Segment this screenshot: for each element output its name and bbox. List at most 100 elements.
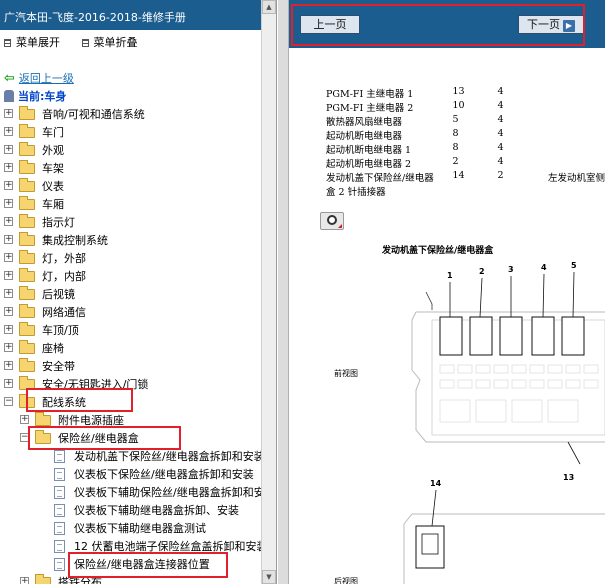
- tree-item-label: 车顶/顶: [42, 324, 79, 337]
- tree-item-label: 座椅: [42, 342, 64, 355]
- callout-5: 5: [571, 261, 577, 270]
- expand-icon[interactable]: +: [4, 163, 13, 172]
- table-row: 起动机断电继电器 2 2 4: [326, 156, 605, 170]
- expand-icon[interactable]: +: [20, 577, 29, 584]
- cell-value: 4: [497, 156, 504, 167]
- back-link[interactable]: ⇦ 返回上一级: [4, 70, 74, 86]
- cell-value: 2: [452, 156, 459, 167]
- tree-item-label: 灯，外部: [42, 252, 86, 265]
- expand-icon[interactable]: +: [4, 127, 13, 136]
- doc-item-label: 仪表板下保险丝/继电器盒拆卸和安装: [74, 468, 254, 481]
- tree-item-label: 仪表: [42, 180, 64, 193]
- cell-name: 盒 2 针插接器: [326, 187, 386, 198]
- cell-value: 5: [452, 114, 459, 125]
- expand-icon[interactable]: +: [4, 181, 13, 190]
- folder-icon: [35, 574, 51, 584]
- cell-name: 起动机断电继电器: [326, 131, 403, 142]
- tree-item-label: 车门: [42, 126, 64, 139]
- location-icon: [4, 90, 14, 102]
- cell-note: 左发动机室侧: [547, 173, 605, 184]
- tree-item-label: 安全带: [42, 360, 75, 373]
- cell-value: 4: [497, 142, 504, 153]
- callout-13: 13: [563, 473, 574, 482]
- doc-item-label: 发动机盖下保险丝/继电器盒拆卸和安装: [74, 450, 265, 463]
- menu-expand-button[interactable]: 菜单展开: [4, 34, 60, 50]
- cell-note: [520, 86, 605, 100]
- document-icon: [54, 468, 65, 481]
- cell-value: 14: [452, 170, 465, 181]
- expand-icon[interactable]: +: [4, 379, 13, 388]
- menu-collapse-label: 菜单折叠: [93, 36, 138, 49]
- highlight-wiring: [26, 388, 133, 412]
- cell-name: 发动机盖下保险丝/继电器: [326, 173, 434, 184]
- fuse-box-diagram: 1 2 3 4 5 13 14: [403, 261, 605, 584]
- folder-icon: [19, 142, 35, 156]
- expand-icon[interactable]: +: [4, 271, 13, 280]
- expand-icon[interactable]: +: [4, 235, 13, 244]
- collapse-icon[interactable]: −: [4, 397, 13, 406]
- folder-icon: [19, 160, 35, 174]
- cell-note: [520, 114, 605, 128]
- highlight-selected-doc: [68, 552, 228, 578]
- cell-value: [452, 184, 497, 198]
- expand-icon[interactable]: +: [4, 361, 13, 370]
- table-row: PGM-FI 主继电器 2 10 4: [326, 100, 605, 114]
- document-icon: [54, 450, 65, 463]
- manual-title: 广汽本田-飞度-2016-2018-维修手册: [0, 0, 262, 30]
- cell-name: PGM-FI 主继电器 2: [326, 103, 414, 114]
- folder-icon: [19, 304, 35, 318]
- cell-name: 起动机断电继电器 2: [326, 159, 412, 170]
- expand-icon[interactable]: +: [4, 217, 13, 226]
- tree-item-label: 灯，内部: [42, 270, 86, 283]
- document-icon: [54, 486, 65, 499]
- menu-collapse-button[interactable]: 菜单折叠: [81, 34, 138, 50]
- cell-value: 4: [497, 100, 504, 111]
- expand-icon[interactable]: +: [4, 343, 13, 352]
- document-icon: [54, 504, 65, 517]
- scroll-down-icon[interactable]: ▼: [262, 570, 276, 584]
- expand-icon[interactable]: +: [4, 199, 13, 208]
- doc-item-label: 仪表板下辅助继电器盒拆卸、安装: [74, 504, 239, 517]
- folder-icon: [19, 214, 35, 228]
- folder-icon: [19, 178, 35, 192]
- doc-item-label: 仪表板下辅助继电器盒测试: [74, 522, 206, 535]
- panel-divider[interactable]: [278, 0, 289, 584]
- expand-icon[interactable]: +: [4, 253, 13, 262]
- tree-item-label: 后视镜: [42, 288, 75, 301]
- expand-icon[interactable]: +: [4, 109, 13, 118]
- tree-item-label: 音响/可视和通信系统: [42, 108, 145, 121]
- folder-icon: [19, 268, 35, 282]
- cell-value: 4: [497, 86, 504, 97]
- zoom-icon[interactable]: [320, 212, 344, 230]
- expand-icon[interactable]: +: [4, 145, 13, 154]
- expand-icon[interactable]: +: [4, 289, 13, 298]
- folder-icon: [19, 106, 35, 120]
- callout-14: 14: [430, 479, 442, 488]
- scroll-up-icon[interactable]: ▲: [262, 0, 276, 14]
- cell-value: 8: [452, 142, 459, 153]
- left-scrollbar[interactable]: ▲ ▼: [261, 0, 276, 584]
- folder-icon: [19, 196, 35, 210]
- menu-icon: [4, 39, 11, 47]
- document-icon: [54, 558, 65, 571]
- folder-icon: [19, 124, 35, 138]
- tree-item-label: 集成控制系统: [42, 234, 108, 247]
- folder-icon: [19, 358, 35, 372]
- expand-icon[interactable]: +: [4, 325, 13, 334]
- connector-table: PGM-FI 主继电器 1 13 4 PGM-FI 主继电器 2 10 4 散热器风扇继…: [326, 86, 605, 198]
- tree-item-label: 车厢: [42, 198, 64, 211]
- tree-item-label: 车架: [42, 162, 64, 175]
- current-location-label: 当前:车身: [18, 90, 67, 103]
- cell-name: PGM-FI 主继电器 1: [326, 89, 414, 100]
- expand-icon[interactable]: +: [4, 307, 13, 316]
- tree-item-label: 网络通信: [42, 306, 86, 319]
- table-row: PGM-FI 主继电器 1 13 4: [326, 86, 605, 100]
- tree-item-label: 指示灯: [42, 216, 75, 229]
- cell-name: 散热器风扇继电器: [326, 117, 403, 128]
- cell-value: 8: [452, 128, 459, 139]
- expand-icon[interactable]: +: [20, 415, 29, 424]
- cell-name: 起动机断电继电器 1: [326, 145, 412, 156]
- left-tree-panel: 广汽本田-飞度-2016-2018-维修手册 菜单展开 菜单折叠 ⇦ 返回上一级 …: [0, 0, 277, 584]
- cell-value: 2: [497, 170, 504, 181]
- cell-note: [520, 156, 605, 170]
